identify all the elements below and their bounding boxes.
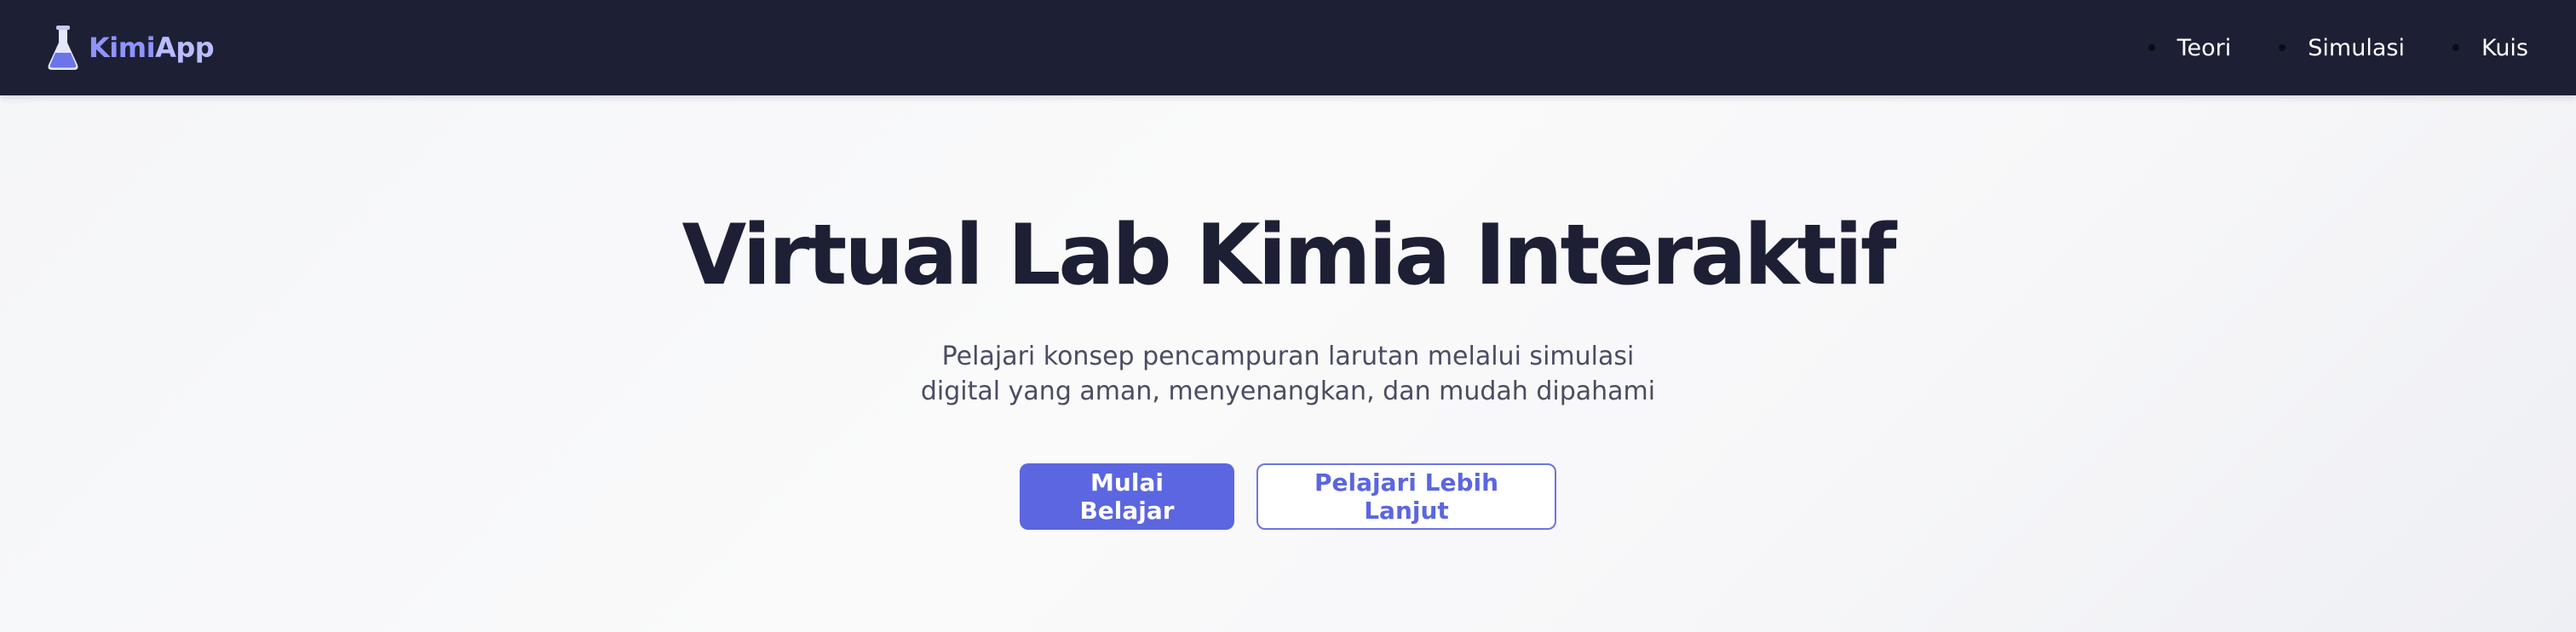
nav-menu: Teori Simulasi Kuis — [2148, 35, 2528, 61]
bullet-icon — [2452, 44, 2459, 51]
learn-more-button[interactable]: Pelajari Lebih Lanjut — [1256, 463, 1556, 530]
navbar: KimiApp Teori Simulasi Kuis — [0, 0, 2576, 95]
nav-link-kuis[interactable]: Kuis — [2481, 35, 2528, 61]
bullet-icon — [2148, 44, 2155, 51]
nav-link-simulasi[interactable]: Simulasi — [2308, 35, 2405, 61]
nav-item-kuis: Kuis — [2452, 35, 2528, 61]
nav-link-teori[interactable]: Teori — [2177, 35, 2232, 61]
hero-subtitle-line-2: digital yang aman, menyenangkan, dan mud… — [920, 376, 1656, 406]
brand-name: KimiApp — [89, 32, 215, 64]
start-learning-button[interactable]: Mulai Belajar — [1020, 463, 1234, 530]
brand-logo-link[interactable]: KimiApp — [46, 24, 215, 72]
hero-actions: Mulai Belajar Pelajari Lebih Lanjut — [0, 463, 2576, 530]
bullet-icon — [2279, 44, 2286, 51]
hero-subtitle: Pelajari konsep pencampuran larutan mela… — [0, 339, 2576, 409]
hero-section: Virtual Lab Kimia Interaktif Pelajari ko… — [0, 95, 2576, 632]
flask-icon — [48, 26, 78, 70]
hero-title: Virtual Lab Kimia Interaktif — [681, 207, 1896, 304]
nav-item-simulasi: Simulasi — [2279, 35, 2405, 61]
nav-item-teori: Teori — [2148, 35, 2232, 61]
hero-subtitle-line-1: Pelajari konsep pencampuran larutan mela… — [941, 342, 1635, 371]
